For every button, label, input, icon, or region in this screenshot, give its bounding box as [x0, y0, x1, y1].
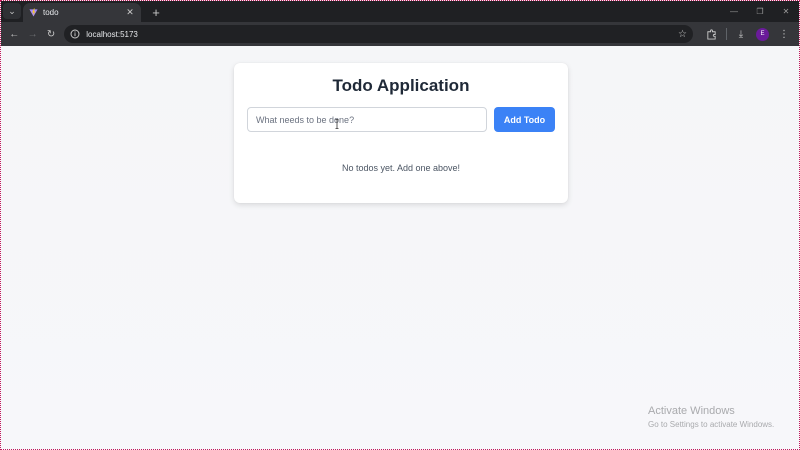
add-todo-button[interactable]: Add Todo — [494, 107, 555, 132]
download-icon[interactable]: ⤓ — [730, 25, 752, 44]
todo-input[interactable] — [247, 107, 487, 132]
browser-tab[interactable]: todo ✕ — [23, 3, 141, 22]
vite-icon — [29, 8, 38, 17]
text-cursor-icon — [335, 119, 339, 129]
watermark-title: Activate Windows — [648, 405, 735, 417]
browser-tab-strip: ⌄ todo ✕ + — ❐ ✕ — [1, 1, 799, 22]
page-viewport: Todo Application Add Todo No todos yet. … — [1, 46, 799, 449]
window-close-icon[interactable]: ✕ — [773, 7, 799, 16]
toolbar-divider — [725, 28, 727, 40]
reload-icon[interactable]: ↻ — [42, 25, 60, 44]
url-text: localhost:5173 — [86, 29, 138, 39]
extensions-icon[interactable] — [701, 25, 723, 44]
tab-title: todo — [43, 8, 59, 17]
browser-toolbar: ← → ↻ localhost:5173 ☆ ⤓ E ⋮ — [1, 22, 799, 46]
minimize-icon[interactable]: — — [721, 7, 747, 16]
screen: ⌄ todo ✕ + — ❐ ✕ ← → ↻ localhost:5173 ☆ … — [0, 0, 800, 450]
watermark-subtitle: Go to Settings to activate Windows. — [648, 420, 775, 429]
browser-menu-icon[interactable]: ⋮ — [773, 25, 795, 44]
toolbar-actions: ⤓ E ⋮ — [701, 25, 795, 44]
new-tab-button[interactable]: + — [149, 6, 163, 20]
address-bar[interactable]: localhost:5173 ☆ — [64, 25, 693, 43]
back-icon[interactable]: ← — [5, 25, 23, 44]
page-title: Todo Application — [332, 76, 470, 95]
forward-icon[interactable]: → — [23, 25, 41, 44]
profile-avatar[interactable]: E — [755, 27, 769, 41]
window-controls: — ❐ ✕ — [721, 1, 799, 22]
tab-search-icon[interactable]: ⌄ — [3, 3, 21, 19]
activate-windows-watermark: Activate Windows Go to Settings to activ… — [648, 405, 774, 429]
bookmark-star-icon[interactable]: ☆ — [678, 29, 687, 40]
todo-card: Todo Application Add Todo No todos yet. … — [234, 63, 568, 203]
empty-state-message: No todos yet. Add one above! — [341, 163, 461, 173]
tab-close-icon[interactable]: ✕ — [125, 7, 135, 18]
site-info-icon[interactable] — [69, 29, 80, 40]
restore-icon[interactable]: ❐ — [747, 7, 773, 16]
